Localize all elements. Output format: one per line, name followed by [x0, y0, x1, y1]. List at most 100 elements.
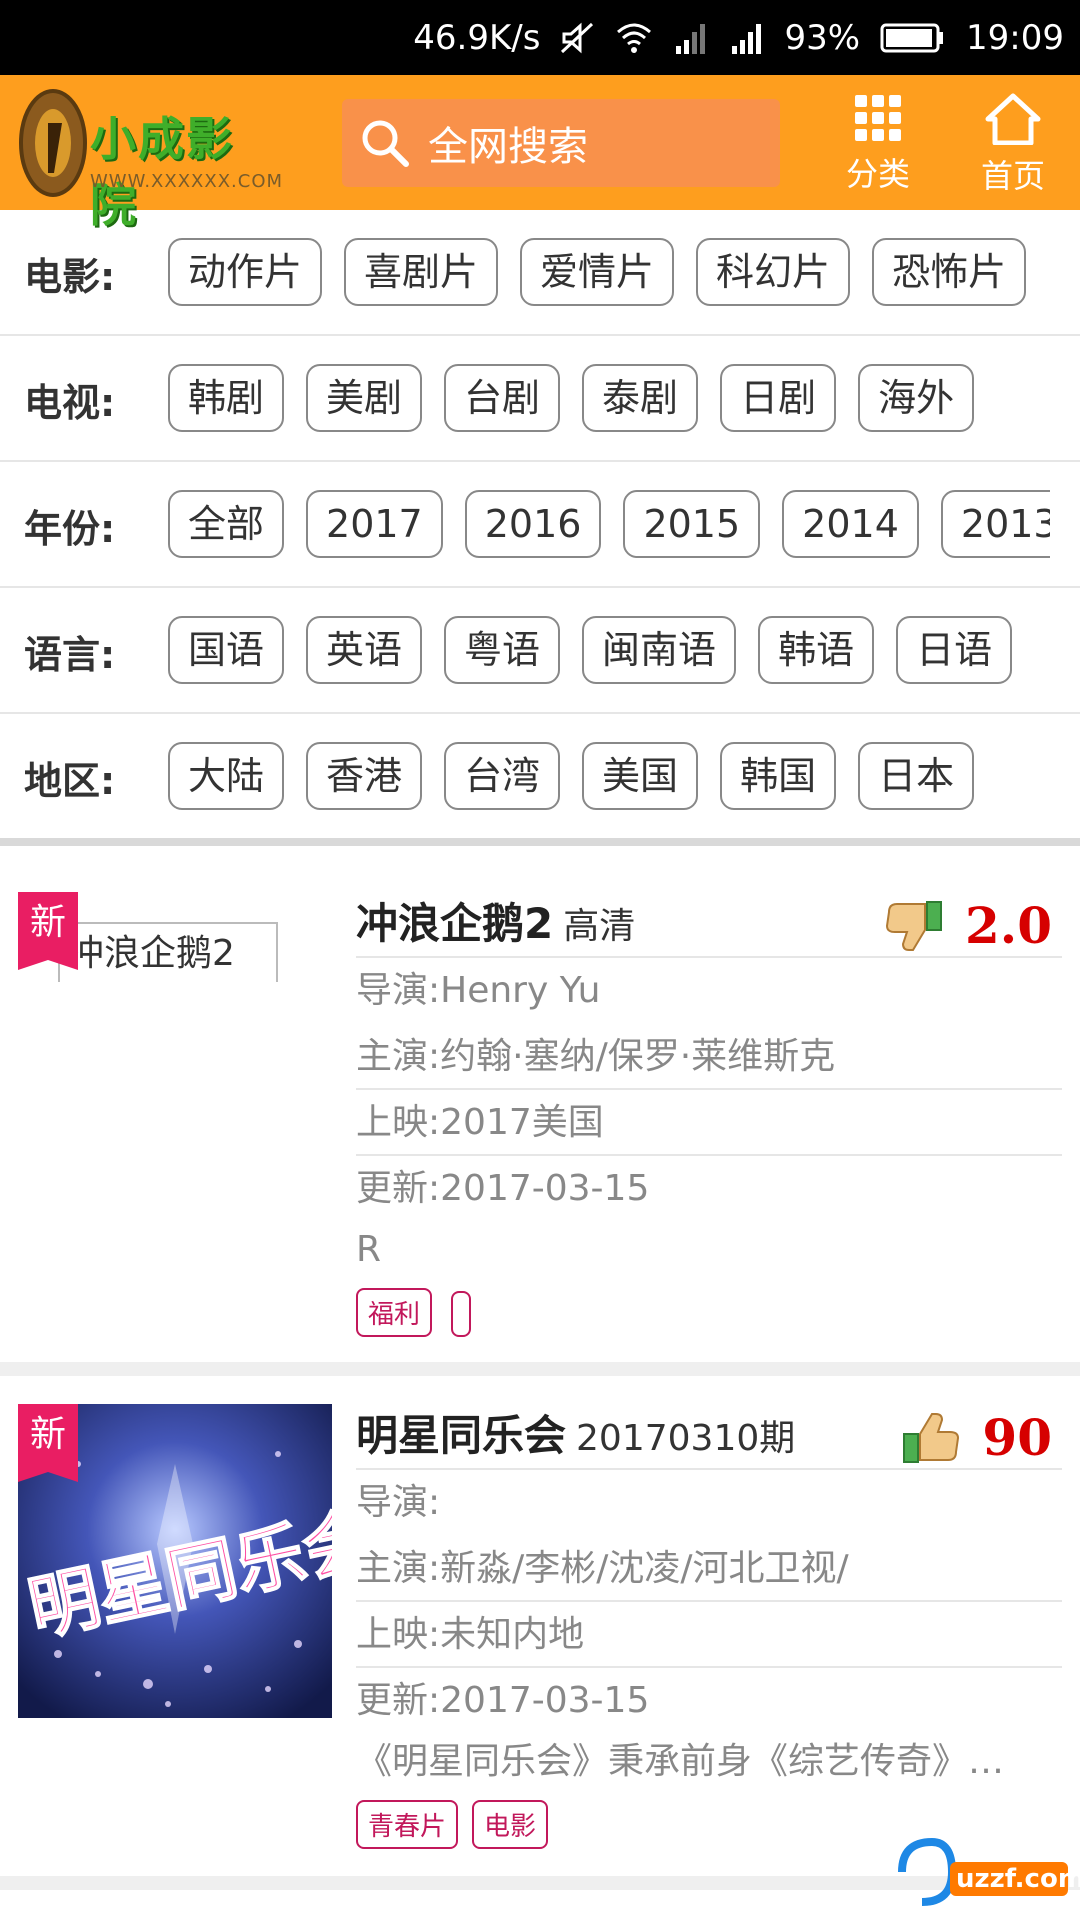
filter-chip[interactable]: 日本 — [858, 742, 975, 810]
filter-chip[interactable]: 2015 — [623, 490, 761, 558]
search-placeholder: 全网搜索 — [428, 124, 588, 170]
app-header: 小成影院 WWW.XXXXXX.COM 全网搜索 分类 首页 — [0, 75, 1080, 232]
movie-item[interactable]: 冲浪企鹅2 新 冲浪企鹅2 高清 2.0 导演:Henry Yu 主演:约翰·塞纳… — [0, 862, 1080, 1362]
search-icon — [362, 120, 409, 167]
film-reel-icon — [19, 89, 87, 197]
app-logo[interactable]: 小成影院 WWW.XXXXXX.COM — [18, 83, 284, 232]
watermark-text: uzzf.com — [956, 1864, 1080, 1894]
filter-chip[interactable]: 全部 — [168, 490, 285, 558]
filter-chip[interactable]: 闽南语 — [582, 616, 737, 684]
filter-chip[interactable]: 2014 — [782, 490, 919, 558]
filter-row-language: 语言: 国语 英语 粤语 闽南语 韩语 日语 — [0, 588, 1080, 714]
filter-chip[interactable]: 喜剧片 — [344, 238, 499, 306]
filter-chip[interactable]: 海外 — [858, 364, 975, 432]
filter-chip[interactable]: 英语 — [306, 616, 423, 684]
signal-icon — [676, 23, 706, 54]
filter-chip[interactable]: 大陆 — [168, 742, 285, 810]
tag[interactable]: 青春片 — [356, 1800, 459, 1849]
home-icon — [985, 93, 1041, 146]
filter-chips: 大陆 香港 台湾 美国 韩国 日本 — [168, 742, 1050, 814]
filter-chip[interactable]: 日剧 — [720, 364, 837, 432]
network-speed: 46.9K/s — [413, 17, 541, 58]
grid-icon — [855, 95, 901, 141]
filter-chip[interactable]: 2013 — [940, 490, 1050, 558]
movie-item[interactable]: 明星同乐会 新 明星同乐会 20170310期 90 导演: 主演:新淼/李彬/沈… — [0, 1376, 1080, 1876]
filter-title: 电视: — [24, 381, 116, 425]
filter-chip[interactable]: 动作片 — [168, 238, 323, 306]
home-button[interactable]: 首页 — [968, 93, 1058, 198]
release-line: 上映:2017美国 — [356, 1090, 1062, 1156]
rating: 2.0 — [885, 896, 1052, 955]
filter-title: 语言: — [24, 633, 116, 677]
filter-chip[interactable]: 国语 — [168, 616, 285, 684]
rating-value: 90 — [982, 1408, 1052, 1467]
item-divider — [0, 1362, 1080, 1376]
home-label: 首页 — [980, 157, 1045, 195]
status-bar: 46.9K/s 93% 19:09 — [0, 0, 1080, 75]
filter-chip[interactable]: 台湾 — [444, 742, 561, 810]
movie-quality: 高清 — [563, 906, 636, 947]
filter-chip[interactable]: 韩语 — [758, 616, 875, 684]
category-button[interactable]: 分类 — [833, 93, 923, 198]
filter-chip[interactable]: 台剧 — [444, 364, 561, 432]
filter-chip[interactable]: 粤语 — [444, 616, 561, 684]
filter-row-tv: 电视: 韩剧 美剧 台剧 泰剧 日剧 海外 — [0, 336, 1080, 462]
category-label: 分类 — [845, 155, 910, 193]
filter-chip[interactable]: 爱情片 — [520, 238, 675, 306]
tag[interactable]: 电影 — [472, 1800, 549, 1849]
update-line: 更新:2017-03-15 — [356, 1168, 650, 1209]
empty-tag[interactable] — [451, 1291, 472, 1337]
tag[interactable]: 福利 — [356, 1288, 433, 1337]
filter-chips: 韩剧 美剧 台剧 泰剧 日剧 海外 — [168, 364, 1050, 436]
filter-row-movie: 电影: 动作片 喜剧片 爱情片 科幻片 恐怖片 — [0, 210, 1080, 336]
clock: 19:09 — [966, 17, 1064, 58]
movie-quality: 20170310期 — [576, 1418, 796, 1459]
filter-chip[interactable]: 美剧 — [306, 364, 423, 432]
filter-row-year: 年份: 全部 2017 2016 2015 2014 2013 — [0, 462, 1080, 588]
tag-list: 福利 — [356, 1288, 1062, 1337]
mute-icon — [561, 22, 594, 53]
filter-chip[interactable]: 恐怖片 — [872, 238, 1027, 306]
filter-chip[interactable]: 韩剧 — [168, 364, 285, 432]
cast-line: 主演:新淼/李彬/沈凌/河北卫视/ — [356, 1536, 1062, 1602]
filter-title: 地区: — [24, 759, 116, 803]
movie-title: 明星同乐会 — [356, 1411, 567, 1460]
section-divider — [0, 838, 1080, 846]
filter-chip[interactable]: 韩国 — [720, 742, 837, 810]
filter-chip[interactable]: 泰剧 — [582, 364, 699, 432]
filter-row-region: 地区: 大陆 香港 台湾 美国 韩国 日本 — [0, 714, 1080, 840]
filter-chip[interactable]: 2016 — [464, 490, 602, 558]
movie-title: 冲浪企鹅2 — [356, 899, 554, 948]
new-badge: 新 — [18, 892, 78, 970]
filter-chips: 国语 英语 粤语 闽南语 韩语 日语 — [168, 616, 1050, 688]
filter-title: 电影: — [24, 255, 116, 299]
release-line: 上映:未知内地 — [356, 1602, 1062, 1668]
update-line: 更新:2017-03-15 — [356, 1680, 650, 1721]
poster-alt-text: 冲浪企鹅2 — [58, 922, 278, 982]
movie-info: 明星同乐会 20170310期 90 导演: 主演:新淼/李彬/沈凌/河北卫视/ … — [356, 1404, 1062, 1849]
signal-icon-2 — [732, 23, 762, 54]
logo-url: WWW.XXXXXX.COM — [90, 171, 284, 192]
search-bar[interactable]: 全网搜索 — [342, 99, 780, 187]
description: R — [356, 1229, 382, 1270]
filter-chip[interactable]: 2017 — [306, 490, 443, 558]
new-badge: 新 — [18, 1404, 78, 1482]
director-line: 导演: — [356, 1482, 441, 1523]
filter-chip[interactable]: 香港 — [306, 742, 423, 810]
battery-percent: 93% — [784, 17, 861, 58]
thumbs-down-icon — [885, 900, 942, 951]
movie-info: 冲浪企鹅2 高清 2.0 导演:Henry Yu 主演:约翰·塞纳/保罗·莱维斯克… — [356, 892, 1062, 1337]
rating-value: 2.0 — [965, 896, 1052, 955]
description: 《明星同乐会》秉承前身《综艺传奇》… — [356, 1741, 1005, 1782]
rating: 90 — [902, 1408, 1052, 1467]
battery-icon — [880, 23, 944, 52]
filter-chips: 全部 2017 2016 2015 2014 2013 — [168, 490, 1050, 562]
cast-line: 主演:约翰·塞纳/保罗·莱维斯克 — [356, 1024, 1062, 1090]
filter-chip[interactable]: 美国 — [582, 742, 699, 810]
filter-chips: 动作片 喜剧片 爱情片 科幻片 恐怖片 — [168, 238, 1050, 310]
filter-title: 年份: — [24, 507, 116, 551]
filter-chip[interactable]: 日语 — [896, 616, 1013, 684]
thumbs-up-icon — [903, 1412, 960, 1463]
watermark: uzzf.com — [892, 1832, 1080, 1912]
filter-chip[interactable]: 科幻片 — [696, 238, 851, 306]
